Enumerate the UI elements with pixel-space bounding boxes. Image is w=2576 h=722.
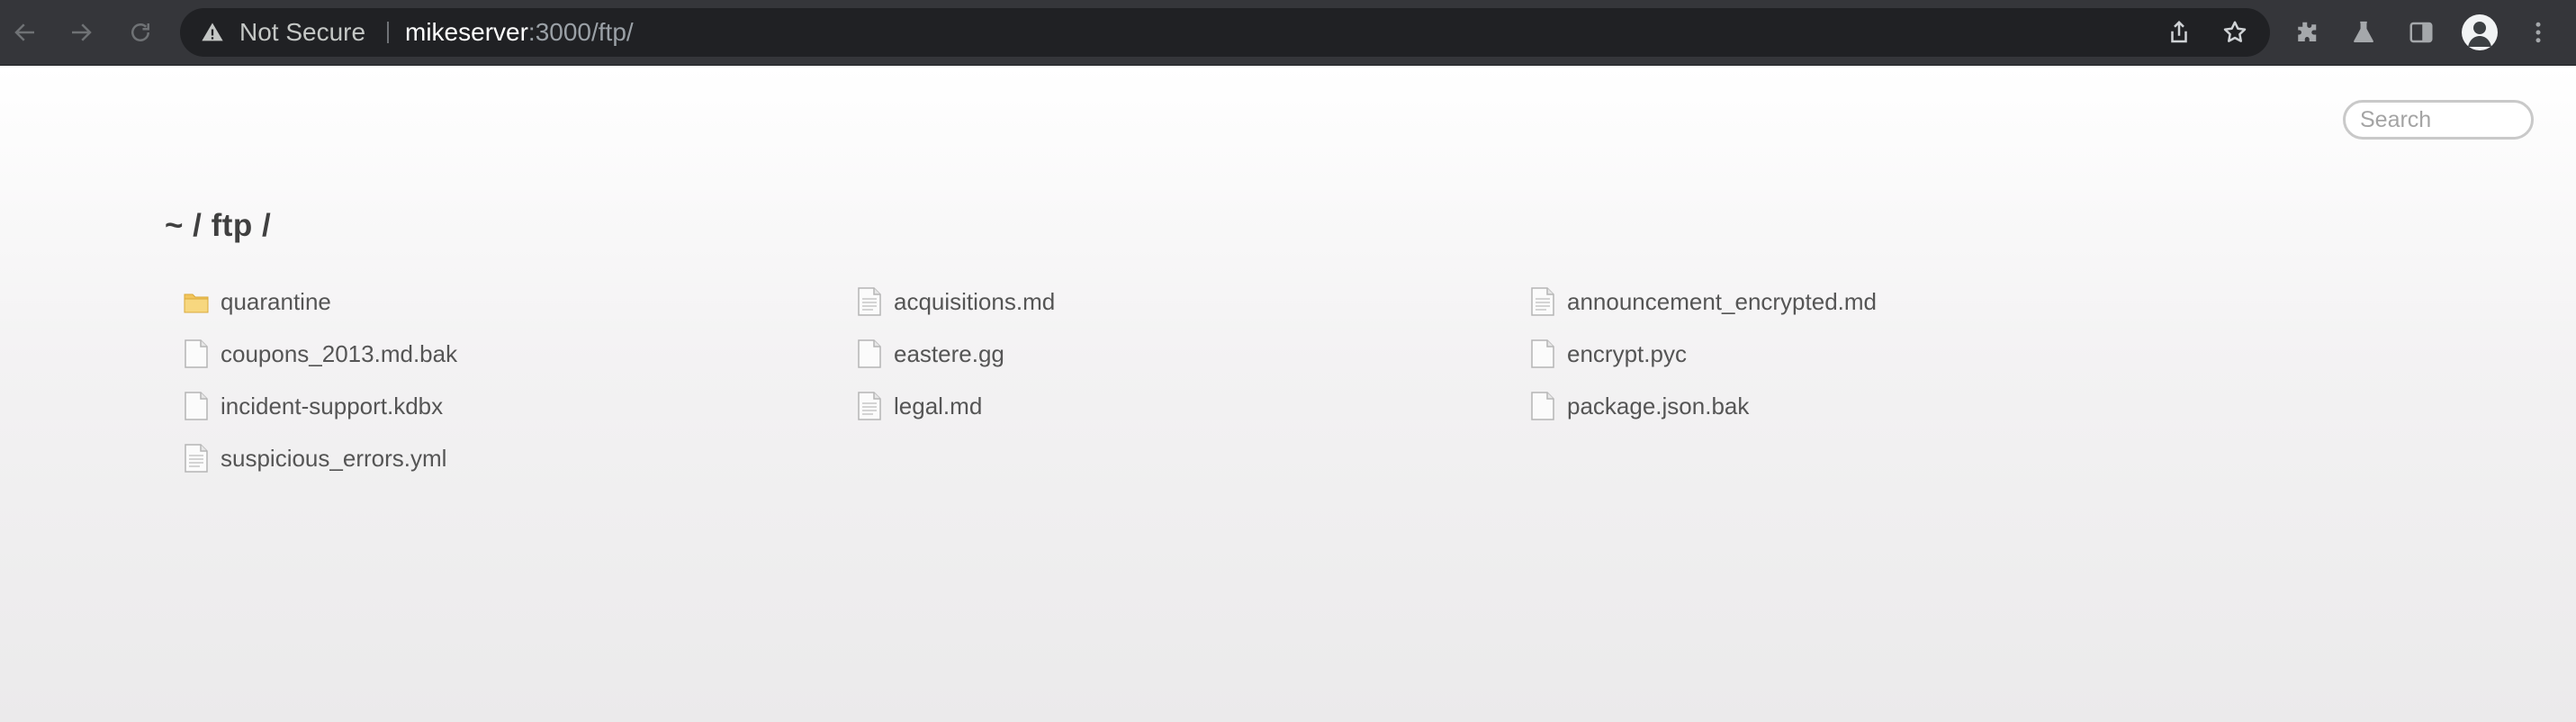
breadcrumb: ~ / ftp /: [165, 208, 272, 243]
file-icon: [1531, 339, 1554, 368]
side-panel-icon[interactable]: [2400, 11, 2443, 54]
folder-item-quarantine[interactable]: quarantine: [183, 284, 331, 319]
file-name: announcement_encrypted.md: [1567, 287, 1878, 315]
labs-icon[interactable]: [2342, 11, 2385, 54]
address-bar[interactable]: Not Secure mikeserver:3000/ftp/: [180, 8, 2270, 57]
url-host: mikeserver: [405, 18, 528, 46]
address-divider: [387, 22, 389, 43]
file-item-coupons-2013[interactable]: coupons_2013.md.bak: [183, 337, 457, 371]
file-icon: [185, 339, 208, 368]
file-name: encrypt.pyc: [1567, 339, 1687, 367]
file-item-announcement-encrypted[interactable]: announcement_encrypted.md: [1529, 284, 1877, 319]
file-item-legal[interactable]: legal.md: [856, 389, 982, 423]
search-input[interactable]: [2343, 100, 2534, 140]
file-name: incident-support.kdbx: [221, 392, 444, 420]
file-icon: [185, 392, 208, 420]
url-path: :3000/ftp/: [527, 18, 634, 46]
browser-toolbar: Not Secure mikeserver:3000/ftp/: [0, 0, 2576, 66]
file-icon: [1531, 392, 1554, 420]
file-item-package-json-bak[interactable]: package.json.bak: [1529, 389, 1749, 423]
text-file-icon: [858, 392, 881, 420]
security-status[interactable]: Not Secure: [239, 8, 365, 57]
file-name: coupons_2013.md.bak: [221, 339, 458, 367]
directory-listing-page: ~ / ftp / quarantine acquisitions.md ann…: [0, 66, 2576, 722]
menu-icon[interactable]: [2517, 11, 2560, 54]
file-item-encrypt-pyc[interactable]: encrypt.pyc: [1529, 337, 1687, 371]
folder-icon: [184, 293, 209, 313]
file-name: package.json.bak: [1567, 392, 1750, 420]
share-icon[interactable]: [2166, 19, 2193, 46]
star-icon[interactable]: [2221, 19, 2248, 46]
extensions-icon[interactable]: [2284, 11, 2328, 54]
profile-icon[interactable]: [2462, 14, 2498, 50]
reload-icon[interactable]: [119, 11, 162, 54]
file-name: suspicious_errors.yml: [221, 444, 447, 472]
file-name: quarantine: [221, 287, 331, 315]
file-icon: [858, 339, 881, 368]
file-name: acquisitions.md: [894, 287, 1056, 315]
file-item-incident-support[interactable]: incident-support.kdbx: [183, 389, 443, 423]
text-file-icon: [1531, 287, 1554, 316]
text-file-icon: [185, 444, 208, 473]
file-name: eastere.gg: [894, 339, 1004, 367]
warning-icon[interactable]: [200, 20, 225, 45]
forward-icon[interactable]: [59, 11, 103, 54]
file-item-acquisitions[interactable]: acquisitions.md: [856, 284, 1055, 319]
file-name: legal.md: [894, 392, 983, 420]
file-item-eastere-gg[interactable]: eastere.gg: [856, 337, 1004, 371]
back-icon[interactable]: [4, 11, 47, 54]
url-text[interactable]: mikeserver:3000/ftp/: [405, 8, 634, 57]
text-file-icon: [858, 287, 881, 316]
file-item-suspicious-errors[interactable]: suspicious_errors.yml: [183, 441, 446, 475]
